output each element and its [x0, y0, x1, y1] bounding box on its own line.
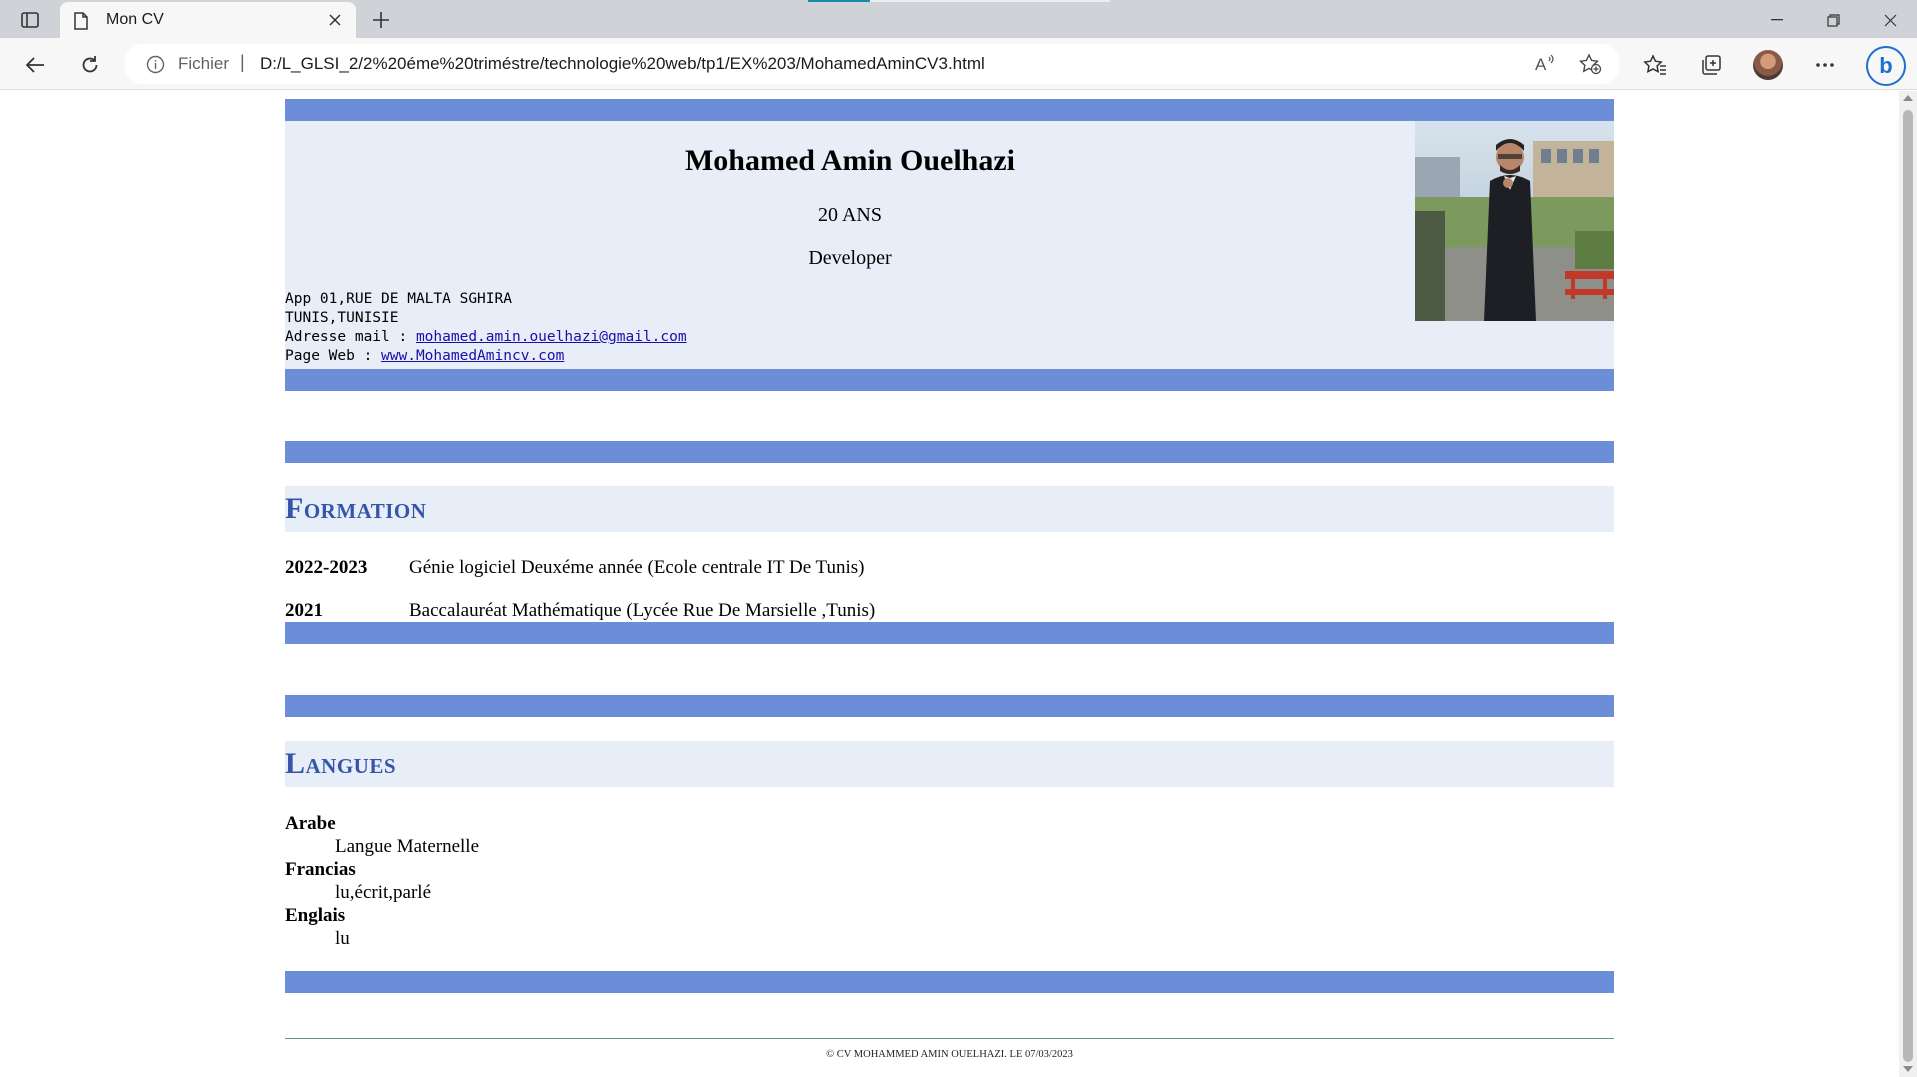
web-label: Page Web :: [285, 348, 382, 364]
language-name: Englais: [285, 905, 346, 926]
website-link[interactable]: www.MohamedAmincv.com: [381, 348, 564, 364]
scrollbar-thumb[interactable]: [1903, 110, 1913, 1062]
formation-description: Génie logiciel Deuxéme année (Ecole cent…: [409, 557, 865, 578]
scroll-up-arrow-icon[interactable]: [1903, 95, 1913, 101]
formation-description: Baccalauréat Mathématique (Lycée Rue De …: [409, 600, 876, 621]
email-label: Adresse mail :: [285, 329, 416, 345]
scheme-label: Fichier: [178, 54, 230, 73]
langues-top-bar: [285, 695, 1614, 717]
cv-age: 20 ANS: [818, 204, 882, 226]
address-line-2: TUNIS,TUNISIE: [285, 310, 399, 326]
language-level: Langue Maternelle: [335, 836, 480, 857]
header-top-bar: [285, 99, 1614, 121]
formation-section-header: Formation: [285, 486, 1614, 532]
address-separator: |: [240, 52, 245, 72]
back-arrow-icon[interactable]: [20, 50, 50, 80]
header-bottom-bar: [285, 369, 1614, 391]
close-window-icon[interactable]: [1870, 6, 1910, 34]
langues-section-header: Langues: [285, 741, 1614, 787]
language-level: lu: [335, 928, 350, 949]
cv-job-title: Developer: [808, 247, 892, 269]
contact-block: App 01,RUE DE MALTA SGHIRA TUNIS,TUNISIE…: [285, 290, 687, 366]
language-level: lu,écrit,parlé: [335, 882, 432, 903]
address-bar[interactable]: Fichier | D:/L_GLSI_2/2%20éme%20triméstr…: [124, 44, 1620, 84]
formation-year: 2022-2023: [285, 557, 368, 578]
document-icon: [74, 12, 88, 35]
language-name: Francias: [285, 859, 356, 880]
footer-divider: [285, 1038, 1614, 1039]
language-name: Arabe: [285, 813, 336, 834]
url-text[interactable]: D:/L_GLSI_2/2%20éme%20triméstre/technolo…: [260, 54, 985, 74]
read-aloud-icon[interactable]: A: [1534, 53, 1556, 78]
profile-avatar[interactable]: [1753, 50, 1783, 80]
collections-icon[interactable]: [1696, 50, 1726, 80]
new-tab-icon[interactable]: [368, 7, 394, 33]
tab-title: Mon CV: [106, 11, 164, 28]
profile-photo: [1415, 121, 1614, 321]
site-info-icon[interactable]: [146, 55, 165, 79]
cv-name: Mohamed Amin Ouelhazi: [684, 144, 1015, 177]
close-tab-icon[interactable]: [326, 11, 344, 29]
loading-track: [870, 0, 1110, 2]
scroll-down-arrow-icon[interactable]: [1903, 1066, 1913, 1072]
formation-title: Formation: [285, 492, 427, 525]
add-favorite-icon[interactable]: [1578, 53, 1602, 80]
refresh-icon[interactable]: [75, 50, 105, 80]
restore-icon[interactable]: [1813, 6, 1853, 34]
more-options-icon[interactable]: [1810, 50, 1840, 80]
tab-strip: Mon CV: [0, 0, 1917, 38]
favorites-icon[interactable]: [1640, 50, 1670, 80]
formation-year: 2021: [285, 600, 323, 621]
tab-actions-icon[interactable]: [14, 8, 46, 32]
browser-toolbar: Fichier | D:/L_GLSI_2/2%20éme%20triméstr…: [0, 38, 1917, 90]
bing-chat-icon[interactable]: b: [1866, 46, 1906, 86]
address-line-1: App 01,RUE DE MALTA SGHIRA: [285, 291, 512, 307]
loading-indicator: [808, 0, 870, 2]
svg-text:A: A: [1535, 55, 1547, 73]
langues-title: Langues: [285, 747, 397, 780]
tab-mon-cv[interactable]: Mon CV: [60, 2, 356, 38]
email-link[interactable]: mohamed.amin.ouelhazi@gmail.com: [416, 329, 687, 345]
footer-copyright: © CV MOHAMMED AMIN OUELHAZI. LE 07/03/20…: [826, 1049, 1073, 1060]
minimize-icon[interactable]: [1757, 6, 1797, 34]
formation-bottom-bar: [285, 622, 1614, 644]
formation-top-bar: [285, 441, 1614, 463]
langues-bottom-bar: [285, 971, 1614, 993]
